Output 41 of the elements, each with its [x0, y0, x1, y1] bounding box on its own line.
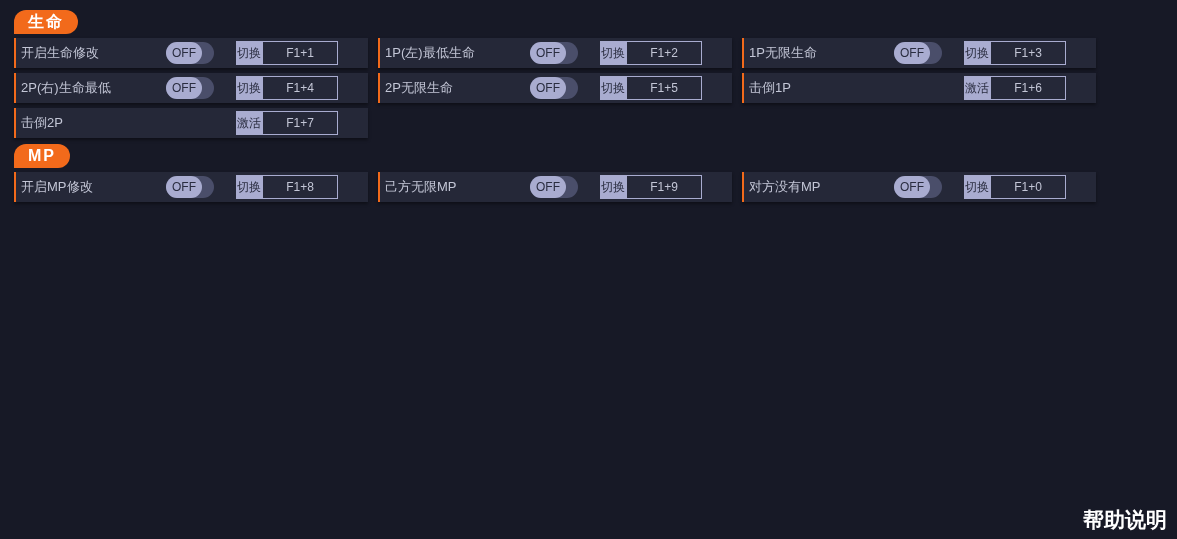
cheat-label: 1P无限生命: [748, 44, 818, 63]
hotkey-field[interactable]: F1+8: [262, 175, 338, 199]
cheat-label: 对方没有MP: [748, 178, 822, 197]
cheat-label: 己方无限MP: [384, 178, 458, 197]
action-button[interactable]: 激活: [964, 76, 990, 100]
cheat-label: 击倒1P: [748, 79, 792, 98]
cheat-label: 2P(右)生命最低: [20, 79, 112, 98]
action-button[interactable]: 切换: [236, 175, 262, 199]
toggle-switch[interactable]: OFF: [530, 176, 578, 198]
cheat-label: 击倒2P: [20, 114, 64, 133]
hotkey-field[interactable]: F1+3: [990, 41, 1066, 65]
cheat-label: 开启生命修改: [20, 44, 100, 63]
hotkey-field[interactable]: F1+2: [626, 41, 702, 65]
toggle-switch[interactable]: OFF: [894, 42, 942, 64]
cheat-label: 2P无限生命: [384, 79, 454, 98]
hotkey-field[interactable]: F1+9: [626, 175, 702, 199]
action-button[interactable]: 切换: [600, 41, 626, 65]
action-button[interactable]: 激活: [236, 111, 262, 135]
toggle-switch[interactable]: OFF: [166, 77, 214, 99]
action-button[interactable]: 切换: [236, 41, 262, 65]
action-button[interactable]: 切换: [236, 76, 262, 100]
section-title: 生命: [14, 10, 78, 34]
toggle-switch[interactable]: OFF: [530, 77, 578, 99]
cheat-label: 开启MP修改: [20, 178, 94, 197]
hotkey-field[interactable]: F1+4: [262, 76, 338, 100]
action-button[interactable]: 切换: [600, 76, 626, 100]
toggle-switch[interactable]: OFF: [530, 42, 578, 64]
hotkey-field[interactable]: F1+0: [990, 175, 1066, 199]
hotkey-field[interactable]: F1+1: [262, 41, 338, 65]
hotkey-field[interactable]: F1+6: [990, 76, 1066, 100]
toggle-switch[interactable]: OFF: [894, 176, 942, 198]
action-button[interactable]: 切换: [600, 175, 626, 199]
toggle-switch[interactable]: OFF: [166, 42, 214, 64]
section-title: MP: [14, 144, 70, 168]
toggle-switch[interactable]: OFF: [166, 176, 214, 198]
cheat-label: 1P(左)最低生命: [384, 44, 476, 63]
help-link[interactable]: 帮助说明: [1083, 503, 1167, 535]
action-button[interactable]: 切换: [964, 175, 990, 199]
hotkey-field[interactable]: F1+7: [262, 111, 338, 135]
action-button[interactable]: 切换: [964, 41, 990, 65]
hotkey-field[interactable]: F1+5: [626, 76, 702, 100]
